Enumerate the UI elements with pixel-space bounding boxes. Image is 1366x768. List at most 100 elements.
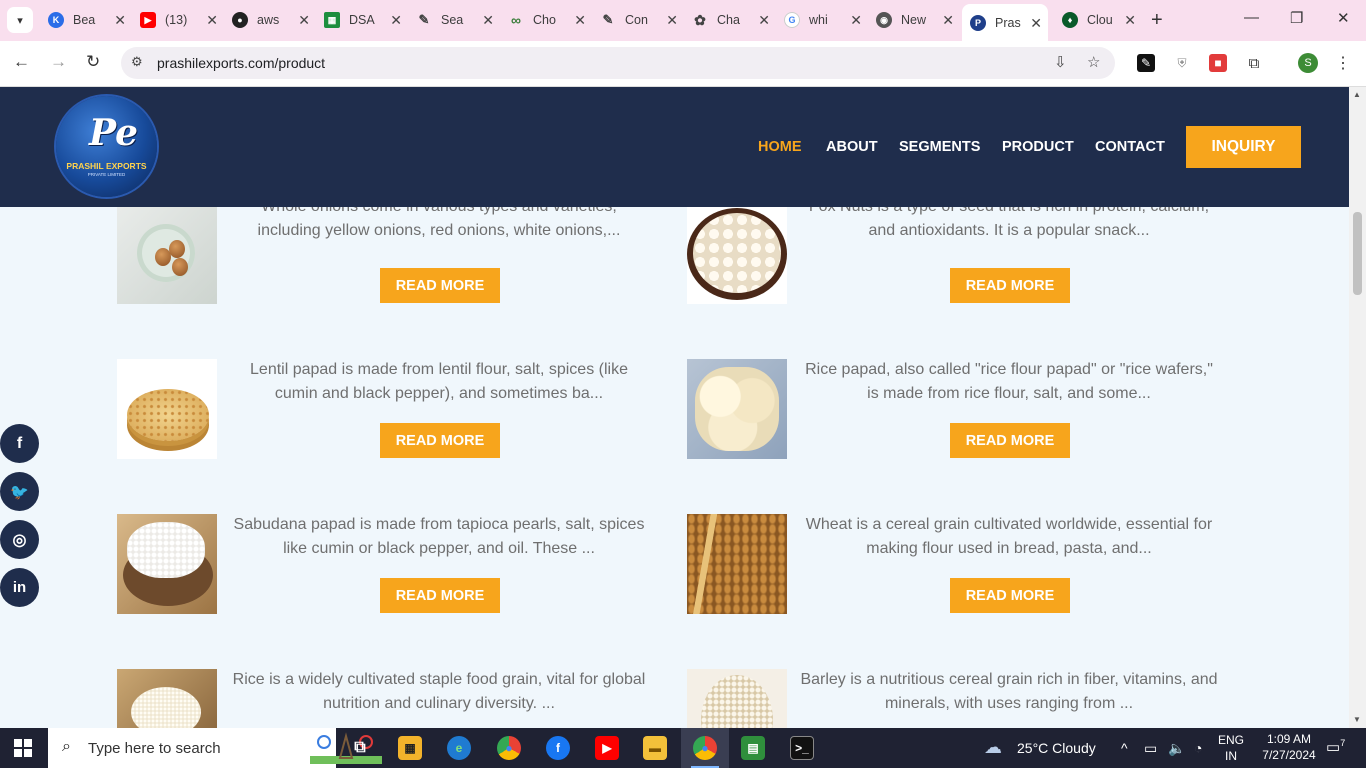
close-icon[interactable]: ✕ xyxy=(390,12,402,29)
twitter-icon[interactable]: 🐦 xyxy=(0,472,39,511)
close-icon[interactable]: ✕ xyxy=(114,12,126,29)
product-image-onions[interactable] xyxy=(117,207,217,304)
profile-avatar[interactable]: S xyxy=(1298,53,1318,73)
battery-icon[interactable]: ▭ xyxy=(1144,740,1157,757)
close-icon[interactable]: ✕ xyxy=(206,12,218,29)
browser-tab[interactable]: K Bea ✕ xyxy=(40,5,132,35)
youtube-app-icon[interactable]: ▶ xyxy=(595,736,619,760)
linkedin-icon[interactable]: in xyxy=(0,568,39,607)
browser-tab[interactable]: ∞ Cho ✕ xyxy=(500,5,592,35)
logo-name: PRASHIL EXPORTS xyxy=(66,161,147,171)
weather-cloud-icon[interactable]: ☁ xyxy=(984,737,1002,758)
pen-extension-icon[interactable]: ✎ xyxy=(1137,54,1155,72)
weather-text[interactable]: 25°C Cloudy xyxy=(1017,740,1096,756)
product-image-barley[interactable] xyxy=(687,669,787,728)
file-explorer-icon[interactable]: ▬ xyxy=(643,736,667,760)
browser-tab[interactable]: ♦ Clou ✕ xyxy=(1054,5,1142,35)
reload-icon[interactable]: ↻ xyxy=(86,52,100,72)
record-extension-icon[interactable]: ■ xyxy=(1209,54,1227,72)
notifications-icon[interactable]: ▭7 xyxy=(1326,738,1345,756)
address-bar[interactable]: ⚙ prashilexports.com/product ⇩ ☆ xyxy=(121,47,1115,79)
product-image-rice[interactable] xyxy=(117,669,217,728)
browser-tab[interactable]: ▶ (13) ✕ xyxy=(132,5,224,35)
nav-segments[interactable]: SEGMENTS xyxy=(899,139,980,155)
product-image-rice-papad[interactable] xyxy=(687,359,787,459)
read-more-button[interactable]: READ MORE xyxy=(380,268,500,303)
read-more-button[interactable]: READ MORE xyxy=(950,578,1070,613)
openai-icon: ✿ xyxy=(694,11,706,28)
site-info-icon[interactable]: ⚙ xyxy=(131,54,143,70)
product-card-sabudana-papad: Sabudana papad is made from tapioca pear… xyxy=(117,509,677,639)
windows-start-icon[interactable] xyxy=(14,739,32,757)
browser-tab-active[interactable]: P Pras ✕ xyxy=(962,4,1048,41)
nav-home[interactable]: HOME xyxy=(758,139,802,155)
read-more-button[interactable]: READ MORE xyxy=(380,578,500,613)
restore-icon[interactable]: ❐ xyxy=(1290,9,1303,27)
shield-extension-icon[interactable]: ⛨ xyxy=(1173,54,1191,72)
product-description: Rice is a widely cultivated staple food … xyxy=(232,671,646,712)
scroll-up-icon[interactable]: ▲ xyxy=(1353,90,1361,99)
browser-tab[interactable]: ✿ Cha ✕ xyxy=(684,5,776,35)
read-more-button[interactable]: READ MORE xyxy=(950,268,1070,303)
close-icon[interactable]: ✕ xyxy=(298,12,310,29)
close-icon[interactable]: ✕ xyxy=(666,12,678,29)
browser-tab[interactable]: G whi ✕ xyxy=(776,5,868,35)
taskbar-search-box[interactable]: ⌕ Type here to search xyxy=(48,728,382,768)
nav-about[interactable]: ABOUT xyxy=(826,139,878,155)
browser-tab[interactable]: ◉ New ✕ xyxy=(868,5,960,35)
nav-contact[interactable]: CONTACT xyxy=(1095,139,1165,155)
browser-tab[interactable]: ● aws ✕ xyxy=(224,5,316,35)
task-view-icon[interactable]: ⧉ xyxy=(348,736,372,760)
chevron-up-icon[interactable]: ^ xyxy=(1121,740,1128,756)
bookmark-star-icon[interactable]: ☆ xyxy=(1087,53,1100,71)
read-more-button[interactable]: READ MORE xyxy=(950,423,1070,458)
product-image-sabudana-papad[interactable] xyxy=(117,514,217,614)
browser-tab[interactable]: ✎ Sea ✕ xyxy=(408,5,500,35)
facebook-icon[interactable]: f xyxy=(0,424,39,463)
forward-arrow-icon[interactable]: → xyxy=(50,52,67,72)
facebook-app-icon[interactable]: f xyxy=(546,736,570,760)
inquiry-button[interactable]: INQUIRY xyxy=(1186,126,1301,168)
close-icon[interactable]: ✕ xyxy=(1030,15,1042,32)
scroll-down-icon[interactable]: ▼ xyxy=(1353,715,1361,724)
read-more-button[interactable]: READ MORE xyxy=(380,423,500,458)
close-icon[interactable]: ✕ xyxy=(942,12,954,29)
close-icon[interactable]: ✕ xyxy=(1124,12,1136,29)
nav-product[interactable]: PRODUCT xyxy=(1002,139,1074,155)
puzzle-extensions-icon[interactable]: ⧉ xyxy=(1245,54,1263,72)
chevron-down-icon: ▾ xyxy=(17,14,23,27)
product-image-lentil-papad[interactable] xyxy=(117,359,217,459)
product-card-fox-nuts: Fox Nuts is a type of seed that is rich … xyxy=(687,207,1247,329)
tab-search-button[interactable]: ▾ xyxy=(7,7,33,33)
wifi-icon[interactable]: ◔ xyxy=(1194,740,1202,756)
new-tab-plus-icon[interactable]: + xyxy=(1151,9,1163,32)
product-image-fox-nuts[interactable] xyxy=(687,207,787,304)
close-icon[interactable]: ✕ xyxy=(574,12,586,29)
browser-tab[interactable]: ▦ DSA ✕ xyxy=(316,5,408,35)
instagram-icon[interactable]: ◎ xyxy=(0,520,39,559)
close-icon[interactable]: ✕ xyxy=(850,12,862,29)
close-icon[interactable]: ✕ xyxy=(482,12,494,29)
install-app-icon[interactable]: ⇩ xyxy=(1054,53,1067,71)
more-menu-icon[interactable]: ⋮ xyxy=(1334,54,1352,72)
close-icon[interactable]: ✕ xyxy=(758,12,770,29)
edge-icon[interactable]: e xyxy=(447,736,471,760)
terminal-icon[interactable]: >_ xyxy=(790,736,814,760)
spreadsheet-app-icon[interactable]: ▤ xyxy=(741,736,765,760)
minimize-icon[interactable]: — xyxy=(1244,9,1259,26)
volume-icon[interactable]: 🔈 xyxy=(1168,740,1185,757)
chrome-profile-icon[interactable]: ● xyxy=(693,736,717,760)
system-clock[interactable]: 1:09 AM 7/27/2024 xyxy=(1254,731,1324,763)
language-indicator[interactable]: ENG IN xyxy=(1218,732,1244,764)
store-icon[interactable]: ▦ xyxy=(398,736,422,760)
address-url[interactable]: prashilexports.com/product xyxy=(157,55,325,71)
scrollbar-thumb[interactable] xyxy=(1353,212,1362,295)
chrome-icon[interactable]: ● xyxy=(497,736,521,760)
product-list: Whole onions come in various types and v… xyxy=(0,207,1349,728)
browser-tab[interactable]: ✎ Con ✕ xyxy=(592,5,684,35)
back-arrow-icon[interactable]: ← xyxy=(13,52,30,72)
close-window-icon[interactable]: ✕ xyxy=(1337,9,1350,27)
company-logo[interactable]: Pe PRASHIL EXPORTS PRIVATE LIMITED xyxy=(56,96,157,197)
product-image-wheat[interactable] xyxy=(687,514,787,614)
page-scrollbar[interactable]: ▲ ▼ xyxy=(1349,87,1366,728)
